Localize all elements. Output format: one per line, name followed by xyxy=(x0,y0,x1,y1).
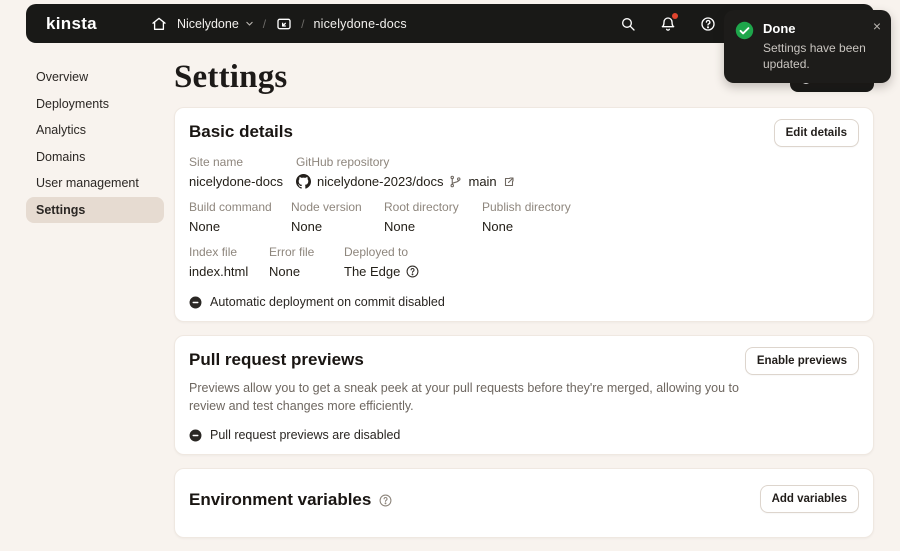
build-command-value: None xyxy=(189,219,279,234)
search-icon[interactable] xyxy=(619,15,636,32)
root-directory-label: Root directory xyxy=(384,200,470,214)
sidebar-item-domains[interactable]: Domains xyxy=(26,144,164,171)
breadcrumb-separator: / xyxy=(301,17,304,31)
edit-details-button[interactable]: Edit details xyxy=(774,119,859,147)
help-icon[interactable] xyxy=(699,15,716,32)
site-name-label: Site name xyxy=(189,155,284,169)
auto-deploy-status-text: Automatic deployment on commit disabled xyxy=(210,295,445,309)
github-repository-label: GitHub repository xyxy=(296,155,515,169)
static-site-icon xyxy=(275,15,292,32)
build-command-label: Build command xyxy=(189,200,279,214)
pull-request-previews-description: Previews allow you to get a sneak peek a… xyxy=(189,379,754,415)
external-link-icon[interactable] xyxy=(503,176,515,188)
notification-dot xyxy=(672,13,678,19)
enable-previews-button[interactable]: Enable previews xyxy=(745,347,859,375)
node-version-value: None xyxy=(291,219,372,234)
breadcrumb-company[interactable]: Nicelydone xyxy=(177,17,254,31)
disabled-minus-circle-icon xyxy=(189,429,202,442)
environment-variables-card: Environment variables Add variables xyxy=(174,468,874,538)
chevron-down-icon xyxy=(245,19,254,28)
github-repo-value: nicelydone-2023/docs xyxy=(317,174,443,189)
github-icon xyxy=(296,174,311,189)
disabled-minus-circle-icon xyxy=(189,296,202,309)
help-circle-icon[interactable] xyxy=(379,494,392,507)
pr-previews-status-text: Pull request previews are disabled xyxy=(210,428,400,442)
breadcrumb: Nicelydone / / nicelydone-docs xyxy=(151,15,407,32)
git-branch-icon xyxy=(449,175,462,188)
kinsta-logo[interactable]: kinsta xyxy=(46,14,97,34)
home-icon[interactable] xyxy=(151,15,168,32)
root-directory-value: None xyxy=(384,219,470,234)
deployed-to-label: Deployed to xyxy=(344,245,419,259)
deployed-to-value: The Edge xyxy=(344,264,400,279)
company-name: Nicelydone xyxy=(177,17,239,31)
toast-message: Settings have been updated. xyxy=(763,40,868,72)
sidebar-item-deployments[interactable]: Deployments xyxy=(26,91,164,118)
success-check-icon xyxy=(735,21,754,40)
toast-title: Done xyxy=(763,21,868,36)
sidebar-item-user-management[interactable]: User management xyxy=(26,170,164,197)
error-file-label: Error file xyxy=(269,245,332,259)
publish-directory-label: Publish directory xyxy=(482,200,571,214)
publish-directory-value: None xyxy=(482,219,571,234)
breadcrumb-separator: / xyxy=(263,17,266,31)
sidebar: Overview Deployments Analytics Domains U… xyxy=(26,64,164,223)
sidebar-item-settings[interactable]: Settings xyxy=(26,197,164,224)
help-circle-icon[interactable] xyxy=(406,265,419,278)
breadcrumb-site[interactable]: nicelydone-docs xyxy=(313,17,406,31)
sidebar-item-overview[interactable]: Overview xyxy=(26,64,164,91)
pull-request-previews-card: Pull request previews Enable previews Pr… xyxy=(174,335,874,455)
node-version-label: Node version xyxy=(291,200,372,214)
main-content: Settings Basic details Edit details Site… xyxy=(174,54,874,551)
site-name-value: nicelydone-docs xyxy=(189,174,284,189)
basic-details-card: Basic details Edit details Site name nic… xyxy=(174,107,874,322)
error-file-value: None xyxy=(269,264,332,279)
add-variables-button[interactable]: Add variables xyxy=(760,485,859,513)
auto-deploy-status: Automatic deployment on commit disabled xyxy=(189,295,859,309)
pr-previews-status: Pull request previews are disabled xyxy=(189,428,859,442)
topbar-actions xyxy=(619,15,716,32)
sidebar-item-analytics[interactable]: Analytics xyxy=(26,117,164,144)
github-branch-value: main xyxy=(468,174,496,189)
toast-notification: Done Settings have been updated. × xyxy=(724,10,891,83)
index-file-label: Index file xyxy=(189,245,257,259)
basic-details-title: Basic details xyxy=(189,120,859,144)
environment-variables-title: Environment variables xyxy=(189,488,371,512)
index-file-value: index.html xyxy=(189,264,257,279)
close-icon[interactable]: × xyxy=(873,19,881,33)
notifications-bell-icon[interactable] xyxy=(659,15,676,32)
